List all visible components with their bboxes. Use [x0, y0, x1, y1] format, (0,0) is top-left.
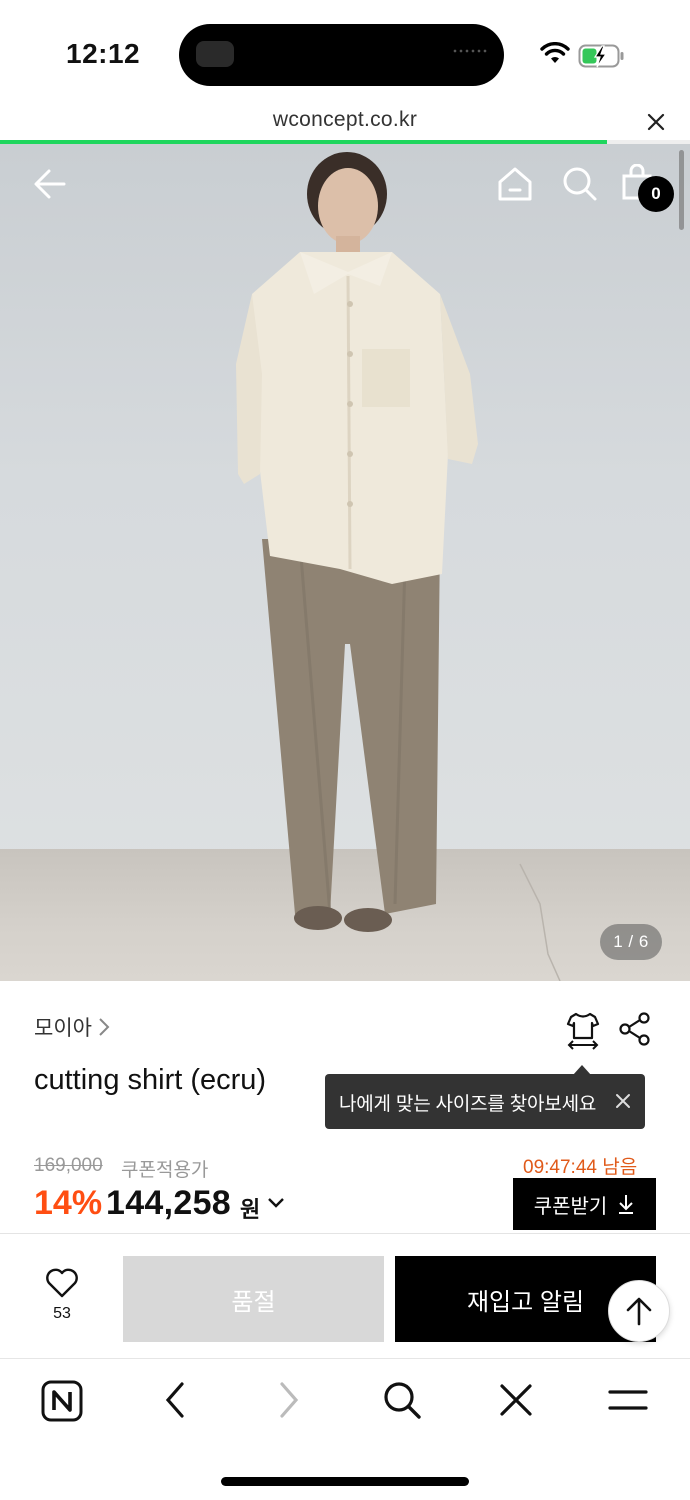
close-icon[interactable] — [498, 1380, 534, 1420]
back-arrow-icon[interactable] — [32, 166, 68, 202]
arrow-up-icon — [626, 1297, 652, 1326]
coupon-timer: 09:47:44 남음 — [523, 1157, 638, 1178]
page-scrollbar[interactable] — [679, 150, 684, 230]
sale-price: 144,258 — [106, 1184, 232, 1222]
soldout-button[interactable]: 품절 — [123, 1256, 384, 1342]
coupon-price-label: 쿠폰적용가 — [121, 1160, 209, 1181]
search-icon[interactable] — [562, 166, 598, 202]
get-coupon-label: 쿠폰받기 — [533, 1195, 608, 1218]
brand-link[interactable]: 모이아 — [34, 1012, 110, 1042]
menu-icon[interactable] — [608, 1380, 648, 1420]
browser-url-bar[interactable]: wconcept.co.kr — [0, 100, 690, 142]
currency-label: 원 — [240, 1197, 261, 1222]
url-text[interactable]: wconcept.co.kr — [0, 108, 690, 132]
product-title: cutting shirt (ecru) — [34, 1064, 267, 1096]
chevron-left-icon[interactable] — [160, 1380, 190, 1420]
battery-charging-icon — [578, 44, 624, 68]
heart-icon[interactable] — [45, 1268, 79, 1298]
status-time: 12:12 — [66, 38, 141, 69]
brand-name[interactable]: 모이아 — [34, 1012, 92, 1042]
size-guide-tooltip[interactable]: 나에게 맞는 사이즈를 찾아보세요 — [325, 1065, 645, 1129]
chevron-down-icon[interactable] — [267, 1197, 285, 1209]
chevron-right-icon — [99, 1018, 110, 1036]
product-photo — [236, 152, 561, 981]
wish-count: 53 — [53, 1305, 71, 1322]
home-indicator[interactable] — [221, 1477, 469, 1486]
product-image-carousel[interactable] — [0, 144, 690, 981]
section-divider — [0, 1233, 690, 1234]
dynamic-island-activity-icon — [196, 41, 234, 67]
close-tab-icon[interactable] — [644, 110, 668, 134]
search-icon[interactable] — [382, 1380, 422, 1420]
wishlist-button[interactable]: 53 — [36, 1268, 88, 1323]
dynamic-island-waveform-icon — [452, 49, 488, 53]
get-coupon-button[interactable]: 쿠폰받기 — [513, 1178, 656, 1230]
tooltip-text: 나에게 맞는 사이즈를 찾아보세요 — [339, 1094, 597, 1115]
share-icon[interactable] — [618, 1012, 652, 1046]
status-bar: 12:12 — [0, 0, 690, 100]
cart-count-badge[interactable]: 0 — [638, 176, 674, 212]
original-price: 169,000 — [34, 1155, 103, 1176]
chevron-right-icon[interactable] — [274, 1380, 304, 1420]
toolbar-divider — [0, 1358, 690, 1359]
home-icon[interactable] — [496, 166, 534, 202]
image-counter: 1 / 6 — [600, 924, 662, 960]
naver-icon[interactable] — [41, 1380, 83, 1422]
discount-rate: 14% — [34, 1184, 103, 1222]
scroll-to-top-button[interactable] — [608, 1280, 670, 1342]
close-icon[interactable] — [615, 1093, 631, 1109]
wifi-icon — [540, 42, 570, 63]
download-icon — [619, 1195, 634, 1214]
size-guide-icon[interactable] — [564, 1010, 602, 1050]
